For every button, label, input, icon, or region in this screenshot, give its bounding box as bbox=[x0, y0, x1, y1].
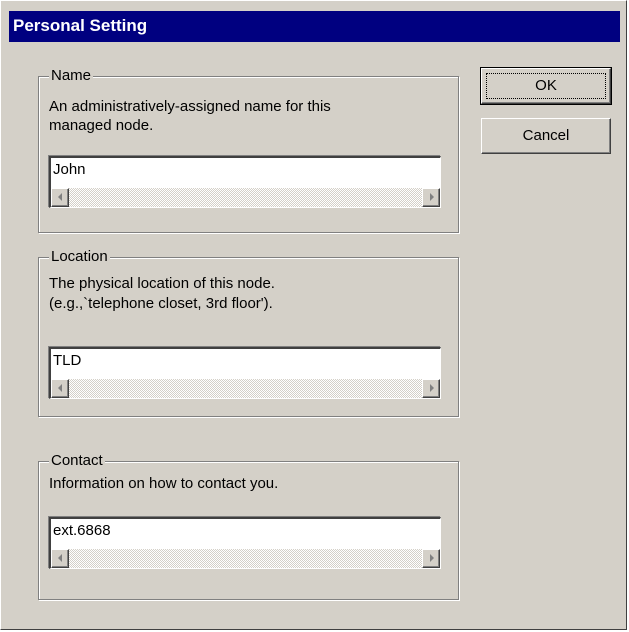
location-description-line-1: The physical location of this node. bbox=[49, 275, 275, 292]
contact-description: Information on how to contact you. bbox=[49, 475, 279, 492]
name-field[interactable]: John bbox=[49, 156, 441, 208]
name-scroll-left-button[interactable] bbox=[51, 188, 69, 207]
contact-field-scrollbar[interactable] bbox=[51, 549, 440, 568]
location-scroll-left-button[interactable] bbox=[51, 379, 69, 398]
location-group: Location The physical location of this n… bbox=[38, 247, 459, 417]
location-scroll-right-button[interactable] bbox=[422, 379, 440, 398]
contact-field[interactable]: ext.6868 bbox=[49, 517, 441, 569]
cancel-button-label: Cancel bbox=[522, 127, 570, 144]
contact-scroll-right-button[interactable] bbox=[422, 549, 440, 568]
name-group-legend: Name bbox=[49, 66, 94, 86]
name-field-value: John bbox=[53, 161, 86, 178]
scroll-right-arrow-icon bbox=[430, 384, 434, 392]
scroll-left-arrow-icon bbox=[58, 193, 62, 201]
ok-button-label: OK bbox=[535, 77, 557, 94]
contact-field-value: ext.6868 bbox=[53, 522, 111, 539]
location-field[interactable]: TLD bbox=[49, 347, 441, 399]
ok-button[interactable]: OK bbox=[480, 67, 612, 105]
contact-group-legend: Contact bbox=[49, 451, 105, 471]
scroll-right-arrow-icon bbox=[430, 193, 434, 201]
name-field-scrollbar[interactable] bbox=[51, 188, 440, 207]
title-bar[interactable]: Personal Setting bbox=[9, 11, 620, 42]
personal-setting-dialog: Personal Setting Name An administrativel… bbox=[0, 0, 627, 630]
name-description-line-2: managed node. bbox=[49, 117, 154, 134]
scroll-right-arrow-icon bbox=[430, 554, 434, 562]
contact-group: Contact Information on how to contact yo… bbox=[38, 451, 459, 600]
name-group: Name An administratively-assigned name f… bbox=[38, 66, 459, 233]
location-group-legend: Location bbox=[49, 247, 110, 267]
scroll-left-arrow-icon bbox=[58, 384, 62, 392]
cancel-button[interactable]: Cancel bbox=[481, 118, 611, 154]
location-field-value: TLD bbox=[53, 352, 82, 369]
location-description-line-2: (e.g.,`telephone closet, 3rd floor'). bbox=[49, 295, 273, 312]
window-title: Personal Setting bbox=[13, 16, 148, 35]
name-scroll-right-button[interactable] bbox=[422, 188, 440, 207]
scroll-left-arrow-icon bbox=[58, 554, 62, 562]
name-description-line-1: An administratively-assigned name for th… bbox=[49, 98, 331, 115]
location-field-scrollbar[interactable] bbox=[51, 379, 440, 398]
contact-scroll-left-button[interactable] bbox=[51, 549, 69, 568]
